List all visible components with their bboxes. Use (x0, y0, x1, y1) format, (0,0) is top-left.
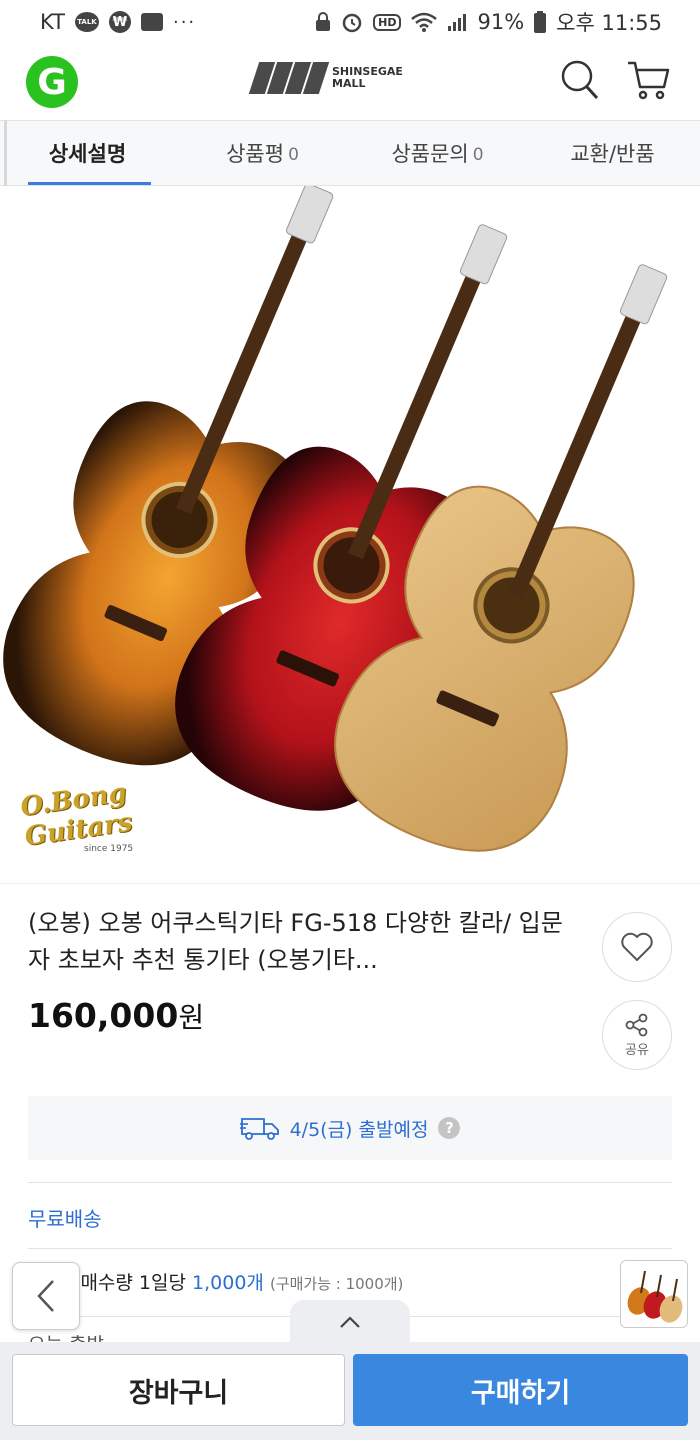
departure-date: 4/5(금) 출발예정 (289, 1118, 429, 1141)
tab-reviews[interactable]: 상품평 0 (175, 121, 350, 185)
shinsegae-mall-logo[interactable]: SHINSEGAE MALL (248, 62, 403, 94)
obong-guitars-logo: O.Bong Guitars since 1975 (19, 778, 202, 854)
alarm-icon (341, 11, 363, 33)
buy-now-button[interactable]: 구매하기 (353, 1354, 688, 1426)
search-button[interactable] (558, 56, 602, 104)
tab-count: 0 (472, 145, 484, 165)
limit-note: (구매가능 : 1000개) (269, 1275, 404, 1293)
departure-info[interactable]: 4/5(금) 출발예정 ? (28, 1096, 672, 1160)
price-unit: 원 (178, 1001, 205, 1034)
free-shipping-label: 무료배송 (28, 1207, 102, 1231)
back-button[interactable] (12, 1262, 80, 1330)
product-image[interactable]: O.Bong Guitars since 1975 (0, 183, 700, 884)
search-icon (561, 60, 599, 100)
heart-icon (621, 932, 653, 961)
product-tabs: 상세설명 상품평 0 상품문의 0 교환/반품 (0, 120, 700, 186)
product-price: 160,000원 (28, 996, 204, 1036)
purchase-limit: 최대구매수량 1일당 1,000개 (구매가능 : 1000개) (28, 1268, 403, 1295)
lock-icon (315, 12, 331, 32)
price-value: 160,000 (28, 996, 179, 1035)
tab-inquiries[interactable]: 상품문의 0 (350, 121, 525, 185)
more-notifications-icon: ··· (172, 11, 197, 33)
chevron-left-icon (37, 1280, 54, 1312)
battery-percent: 91% (477, 10, 525, 34)
hd-icon: HD (373, 13, 402, 31)
wifi-icon (411, 12, 438, 32)
won-pay-icon: ₩ (108, 11, 131, 33)
share-button[interactable]: 공유 (602, 1000, 672, 1070)
status-bar: KT TALK ₩ ··· HD 91% 오후 11:55 (0, 0, 700, 44)
delivery-truck-icon (239, 1118, 279, 1140)
signal-icon (447, 12, 467, 32)
tab-exchange-return[interactable]: 교환/반품 (525, 121, 700, 185)
tab-label: 교환/반품 (570, 142, 655, 166)
wishlist-button[interactable] (602, 912, 672, 982)
bottom-action-bar: 장바구니 구매하기 (0, 1342, 700, 1440)
ssg-mark-icon (248, 62, 330, 94)
carrier-label: KT (40, 10, 65, 34)
limit-value: 1,000개 (192, 1272, 264, 1294)
brand-line2: MALL (332, 77, 366, 90)
tab-label: 상품문의 (391, 142, 469, 166)
divider (28, 1248, 672, 1249)
obong-since-text: since 1975 (84, 844, 134, 854)
recent-item-thumbnail[interactable] (620, 1260, 688, 1328)
chevron-up-icon (340, 1316, 360, 1328)
gmarket-logo[interactable]: G (26, 56, 78, 108)
message-icon (140, 13, 163, 31)
help-icon[interactable]: ? (438, 1117, 461, 1139)
cart-button[interactable] (626, 56, 670, 104)
expand-handle[interactable] (290, 1300, 410, 1344)
cart-icon (628, 61, 670, 100)
share-label: 공유 (625, 1042, 649, 1058)
obong-brand-text: O.Bong Guitars (18, 777, 135, 853)
divider (28, 1182, 672, 1183)
app-header: G SHINSEGAE MALL (0, 44, 700, 120)
add-to-cart-button[interactable]: 장바구니 (12, 1354, 345, 1426)
share-icon (625, 1013, 648, 1036)
tab-label: 상세설명 (48, 142, 127, 166)
guitar-thumbnail-image (627, 1270, 683, 1323)
clock: 오후 11:55 (556, 11, 662, 35)
product-title: (오봉) 오봉 어쿠스틱기타 FG-518 다양한 칼라/ 입문자 초보자 추천… (28, 909, 563, 974)
tab-label: 상품평 (226, 142, 285, 166)
tab-count: 0 (288, 145, 299, 165)
tab-description[interactable]: 상세설명 (0, 121, 175, 185)
battery-icon (534, 11, 547, 33)
kakaotalk-icon: TALK (74, 12, 99, 32)
